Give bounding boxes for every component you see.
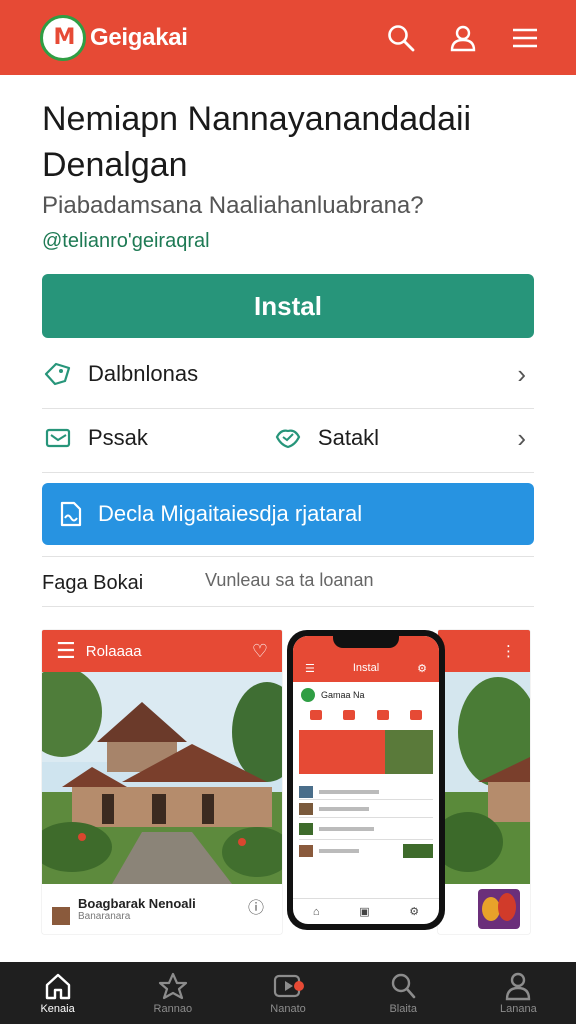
search-icon — [392, 973, 416, 999]
menu-icon: ☰ — [305, 663, 315, 675]
details-label: Dalbnlonas — [88, 361, 199, 386]
home-icon — [45, 973, 70, 1000]
nav-label: Blaita — [389, 1003, 417, 1015]
banner-block — [299, 730, 385, 774]
row-line — [319, 789, 379, 794]
gallery-heading: Faga Bokai — [42, 572, 144, 594]
shortcut-icon — [376, 710, 389, 720]
divider — [42, 556, 534, 557]
share-label[interactable]: Pssak — [88, 425, 148, 451]
screenshot-caption — [438, 884, 530, 934]
thumbnail-avatar — [52, 907, 70, 925]
logo-text: M — [53, 25, 76, 50]
install-button[interactable]: Instal — [42, 274, 534, 338]
menu-icon[interactable] — [510, 23, 540, 53]
house-photo — [42, 672, 282, 884]
phone-bottom-nav: ⌂ ▣ ⚙ — [293, 898, 439, 924]
bottom-navigation: Kenaia Rannao Nanato Blaita Lanana — [0, 962, 576, 1024]
row-line — [319, 826, 374, 831]
art-thumbnail — [478, 889, 520, 929]
search-icon[interactable] — [386, 23, 416, 53]
play-icon — [273, 974, 304, 998]
screenshot-bar-title: Rolaaaa — [85, 642, 142, 660]
shortcut-icon — [309, 710, 322, 720]
nav-label: Rannao — [153, 1003, 193, 1015]
banner-image — [385, 730, 433, 774]
row-image — [403, 844, 433, 858]
tag-icon — [42, 358, 74, 390]
developer-link[interactable]: @telianro'geiraqral — [42, 230, 210, 253]
phone-notch — [333, 636, 399, 648]
screenshot-thumbnail[interactable]: ⋮ — [438, 630, 530, 934]
app-subtitle: Piabadamsana Naaliahanluabrana? — [42, 192, 424, 219]
nav-item-search[interactable]: Blaita — [346, 962, 461, 1024]
save-label[interactable]: Satakl — [318, 425, 379, 451]
gallery-subheading: Vunleau sa ta loanan — [205, 570, 374, 590]
settings-icon: ⚙ — [409, 906, 420, 918]
nav-item-account[interactable]: Lanana — [461, 962, 576, 1024]
screenshot-thumbnail[interactable]: ☰ Rolaaaa ♡ Boagbarak Nenoali Banaranara… — [42, 630, 282, 934]
more-vertical-icon: ⋮ — [501, 643, 516, 660]
nav-item-media[interactable]: Nanato — [230, 962, 345, 1024]
handshake-icon[interactable] — [272, 422, 304, 454]
caption-title: Boagbarak Nenoali — [78, 896, 196, 911]
brand-name[interactable]: Geigakai — [90, 24, 188, 52]
hamburger-icon: ☰ — [56, 638, 76, 663]
divider — [42, 472, 534, 473]
nav-label: Lanana — [500, 1003, 537, 1015]
settings-icon: ⚙ — [417, 663, 427, 675]
screenshot-caption: Boagbarak Nenoali Banaranara ⓘ — [42, 884, 282, 934]
details-row[interactable]: Dalbnlonas › — [42, 358, 534, 390]
user-icon[interactable] — [448, 23, 478, 53]
phone-item-label: Gamaa Na — [321, 690, 365, 700]
phone-list-row — [299, 840, 433, 862]
star-icon — [158, 972, 187, 1000]
phone-bar-title: Instal — [352, 662, 380, 674]
account-icon — [506, 972, 531, 1001]
phone-list-item: Gamaa Na — [293, 682, 439, 708]
nav-label: Nanato — [270, 1003, 306, 1015]
nav-item-home[interactable]: Kenaia — [0, 962, 115, 1024]
divider — [42, 408, 534, 409]
phone-list — [299, 784, 433, 862]
shortcut-icon — [343, 710, 356, 720]
nav-item-favorites[interactable]: Rannao — [115, 962, 230, 1024]
phone-list-row — [299, 818, 433, 840]
divider — [42, 606, 534, 607]
heart-icon: ♡ — [251, 640, 268, 661]
top-app-bar: M Geigakai — [0, 0, 576, 75]
screenshot-app-bar: ⋮ — [438, 630, 530, 672]
phone-item-icon — [301, 688, 315, 702]
share-row: Pssak Satakl › — [42, 422, 534, 454]
app-logo-icon[interactable]: M — [40, 14, 86, 61]
home-icon: ⌂ — [312, 905, 320, 918]
row-thumb — [299, 845, 313, 857]
chevron-right-icon: › — [517, 422, 526, 453]
row-line — [319, 849, 359, 853]
row-thumb — [299, 822, 313, 835]
phone-screen: ☰ Instal ⚙ Gamaa Na ⌂ ▣ ⚙ — [293, 636, 439, 924]
garden-photo — [438, 672, 530, 884]
row-thumb — [299, 802, 313, 815]
app-title: Nemiapn Nannayanandadaii Denalgan — [42, 100, 472, 184]
row-line — [319, 806, 369, 811]
share-icon[interactable] — [42, 422, 74, 454]
bookmark-icon: ▣ — [359, 906, 370, 918]
caption-subtitle: Banaranara — [78, 911, 131, 922]
promo-button[interactable]: Decla Migaitaiesdja rjataral — [42, 483, 534, 545]
phone-mockup[interactable]: ☰ Instal ⚙ Gamaa Na ⌂ ▣ ⚙ — [287, 630, 445, 930]
phone-list-row — [299, 800, 433, 818]
row-thumb — [299, 785, 313, 798]
art-shape — [498, 893, 516, 921]
chevron-right-icon: › — [517, 358, 526, 389]
phone-list-row — [299, 784, 433, 800]
screenshot-app-bar: ☰ Rolaaaa ♡ — [42, 630, 282, 672]
shortcut-icon — [410, 710, 423, 720]
info-icon: ⓘ — [247, 900, 264, 917]
document-icon — [54, 498, 86, 530]
phone-banner — [299, 730, 433, 774]
nav-label: Kenaia — [40, 1003, 75, 1015]
promo-label: Decla Migaitaiesdja rjataral — [98, 501, 363, 526]
phone-shortcuts — [293, 708, 439, 722]
